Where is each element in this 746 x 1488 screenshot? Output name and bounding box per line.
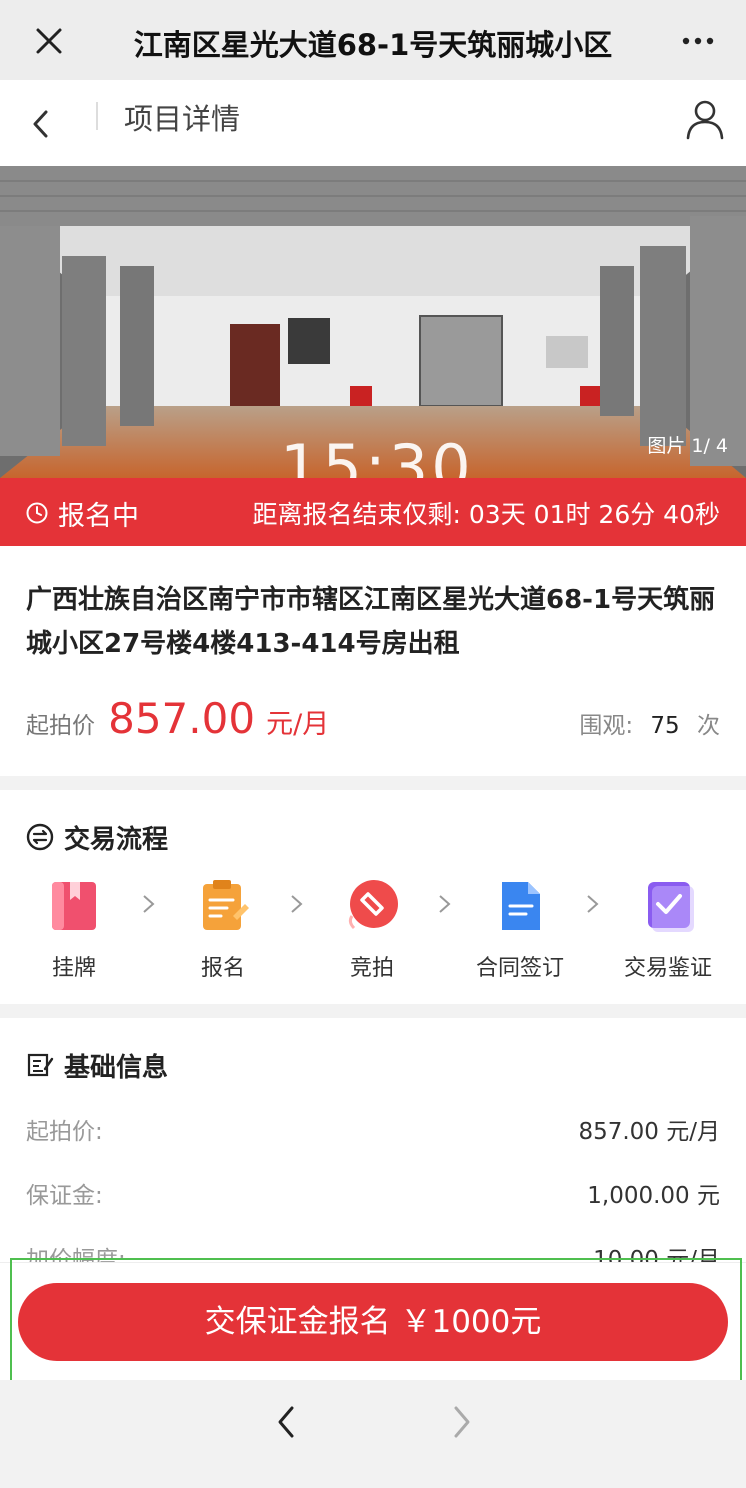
views-number: 75 [650, 713, 680, 739]
step-auction[interactable]: 竞拍 [298, 876, 446, 982]
top-bar: 江南区星光大道68-1号天筑丽城小区 [0, 0, 746, 80]
nav-divider [96, 102, 98, 130]
step-contract[interactable]: 合同签订 [446, 876, 594, 982]
basic-info-card: 基础信息 起拍价: 857.00 元/月 保证金: 1,000.00 元 加价幅… [0, 1018, 746, 1278]
step-verification[interactable]: 交易鉴证 [594, 876, 742, 982]
bookmark-icon [52, 882, 96, 930]
view-count: 围观: 75 次 [579, 706, 720, 740]
listing-card: 广西壮族自治区南宁市市辖区江南区星光大道68-1号天筑丽城小区27号楼4楼413… [0, 546, 746, 776]
step-label: 合同签订 [475, 956, 564, 981]
info-key: 保证金: [26, 1183, 103, 1209]
price-row: 起拍价 857.00 元/月 [26, 694, 329, 743]
step-label: 挂牌 [51, 956, 96, 981]
check-icon [648, 882, 694, 932]
document-icon [502, 882, 540, 930]
price-unit: 元/月 [266, 709, 330, 740]
clock-icon [26, 502, 48, 524]
step-register[interactable]: 报名 [149, 876, 297, 982]
info-row: 起拍价: 857.00 元/月 [26, 1112, 720, 1148]
browser-nav [0, 1380, 746, 1488]
step-listing[interactable]: 挂牌 [0, 876, 148, 982]
back-icon[interactable] [18, 98, 68, 148]
status-bar: 报名中 距离报名结束仅剩: 03天 01时 26分 40秒 [0, 478, 746, 546]
more-icon[interactable] [678, 22, 718, 60]
start-price: 857.00 [108, 694, 256, 743]
page-title: 项目详情 [124, 102, 241, 136]
exchange-icon [26, 823, 54, 851]
chevron-left-icon[interactable] [268, 1402, 304, 1442]
clipboard-icon [203, 880, 249, 930]
chevron-right-icon[interactable] [444, 1402, 480, 1442]
step-label: 竞拍 [349, 956, 394, 981]
step-label: 交易鉴证 [623, 956, 712, 981]
nav-bar: 项目详情 [0, 80, 746, 166]
views-label: 围观: [579, 713, 634, 739]
basic-info-title-text: 基础信息 [64, 1052, 169, 1083]
property-photo[interactable]: 15:30 图片 1/ 4 [0, 166, 746, 478]
bottom-action-panel: 交保证金报名 ￥1000元 [0, 1262, 746, 1380]
listing-name: 广西壮族自治区南宁市市辖区江南区星光大道68-1号天筑丽城小区27号楼4楼413… [26, 585, 716, 659]
process-title-text: 交易流程 [64, 824, 169, 855]
auction-icon [348, 880, 398, 930]
info-key: 起拍价: [26, 1119, 103, 1145]
process-steps: 挂牌 报名 竞拍 合同签订 交易鉴证 [0, 876, 746, 986]
window-title: 江南区星光大道68-1号天筑丽城小区 [133, 28, 613, 62]
countdown-text: 距离报名结束仅剩: 03天 01时 26分 40秒 [252, 500, 720, 529]
photo-counter: 图片 1/ 4 [647, 435, 728, 457]
user-icon[interactable] [684, 98, 726, 140]
step-label: 报名 [200, 956, 245, 981]
basic-info-title: 基础信息 [26, 1048, 169, 1083]
photo-overlay-time: 15:30 [280, 431, 474, 478]
edit-list-icon [27, 1053, 54, 1077]
views-unit: 次 [697, 713, 720, 739]
info-row: 保证金: 1,000.00 元 [26, 1176, 720, 1212]
pay-deposit-register-button[interactable]: 交保证金报名 ￥1000元 [18, 1283, 728, 1361]
start-price-label: 起拍价 [26, 713, 95, 739]
info-value: 857.00 元/月 [578, 1119, 720, 1145]
process-title: 交易流程 [26, 820, 169, 855]
info-value: 1,000.00 元 [587, 1183, 720, 1209]
status-badge: 报名中 [58, 501, 139, 532]
close-icon[interactable] [30, 22, 68, 60]
process-card: 交易流程 挂牌 报名 竞拍 合同签订 交易鉴证 [0, 790, 746, 1004]
